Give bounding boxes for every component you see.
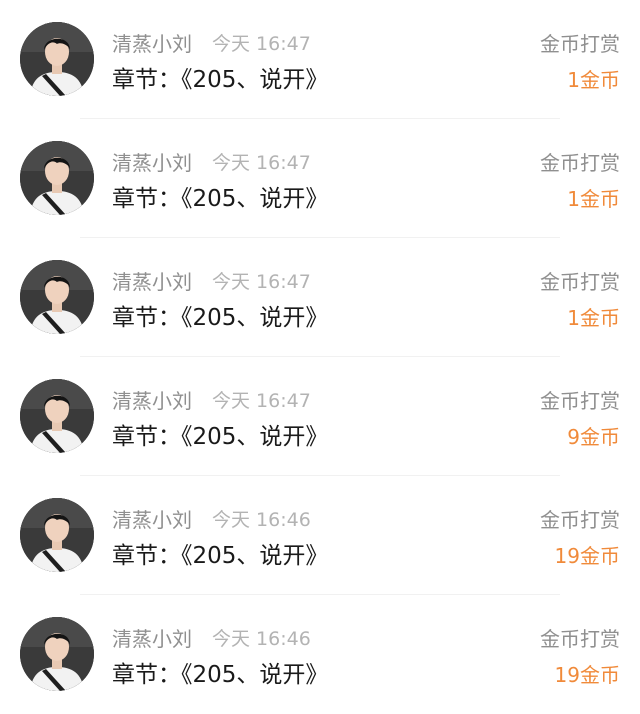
tip-type: 金币打赏 (540, 270, 620, 294)
tip-amount: 9金币 (567, 425, 620, 449)
user-avatar-icon (20, 141, 94, 215)
chapter-title[interactable]: 章节：《205、说开》 (112, 60, 328, 94)
user-avatar-icon (20, 617, 94, 691)
avatar[interactable] (20, 617, 94, 691)
username[interactable]: 清蒸小刘 (112, 504, 192, 533)
tip-amount: 1金币 (567, 306, 620, 330)
list-item[interactable]: 清蒸小刘 今天 16:47 章节：《205、说开》 金币打赏 1金币 (0, 119, 640, 238)
chapter-title[interactable]: 章节：《205、说开》 (112, 179, 328, 213)
list-item[interactable]: 清蒸小刘 今天 16:46 章节：《205、说开》 金币打赏 19金币 (0, 595, 640, 714)
timestamp: 今天 16:47 (212, 152, 311, 174)
username[interactable]: 清蒸小刘 (112, 28, 192, 57)
user-avatar-icon (20, 22, 94, 96)
tip-type: 金币打赏 (540, 508, 620, 532)
user-avatar-icon (20, 379, 94, 453)
timestamp: 今天 16:47 (212, 390, 311, 412)
tip-amount: 19金币 (554, 544, 620, 568)
avatar[interactable] (20, 260, 94, 334)
list-item[interactable]: 清蒸小刘 今天 16:47 章节：《205、说开》 金币打赏 9金币 (0, 357, 640, 476)
tip-amount: 1金币 (567, 68, 620, 92)
avatar[interactable] (20, 498, 94, 572)
username[interactable]: 清蒸小刘 (112, 147, 192, 176)
username[interactable]: 清蒸小刘 (112, 623, 192, 652)
tip-type: 金币打赏 (540, 151, 620, 175)
list-item[interactable]: 清蒸小刘 今天 16:47 章节：《205、说开》 金币打赏 1金币 (0, 238, 640, 357)
tip-type: 金币打赏 (540, 389, 620, 413)
tip-type: 金币打赏 (540, 627, 620, 651)
list-item[interactable]: 清蒸小刘 今天 16:47 章节：《205、说开》 金币打赏 1金币 (0, 0, 640, 119)
timestamp: 今天 16:47 (212, 271, 311, 293)
avatar[interactable] (20, 141, 94, 215)
timestamp: 今天 16:46 (212, 509, 311, 531)
username[interactable]: 清蒸小刘 (112, 266, 192, 295)
tip-type: 金币打赏 (540, 32, 620, 56)
chapter-title[interactable]: 章节：《205、说开》 (112, 655, 328, 689)
chapter-title[interactable]: 章节：《205、说开》 (112, 417, 328, 451)
user-avatar-icon (20, 260, 94, 334)
avatar[interactable] (20, 22, 94, 96)
user-avatar-icon (20, 498, 94, 572)
timestamp: 今天 16:46 (212, 628, 311, 650)
list-item[interactable]: 清蒸小刘 今天 16:46 章节：《205、说开》 金币打赏 19金币 (0, 476, 640, 595)
chapter-title[interactable]: 章节：《205、说开》 (112, 536, 328, 570)
avatar[interactable] (20, 379, 94, 453)
tip-record-list: 清蒸小刘 今天 16:47 章节：《205、说开》 金币打赏 1金币 清蒸小刘 … (0, 0, 640, 706)
tip-amount: 1金币 (567, 187, 620, 211)
timestamp: 今天 16:47 (212, 33, 311, 55)
username[interactable]: 清蒸小刘 (112, 385, 192, 414)
tip-amount: 19金币 (554, 663, 620, 687)
chapter-title[interactable]: 章节：《205、说开》 (112, 298, 328, 332)
